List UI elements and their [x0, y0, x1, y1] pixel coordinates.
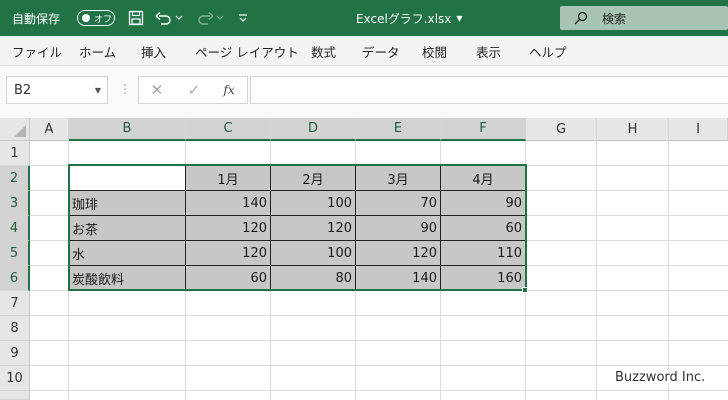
table-cell[interactable]: 60: [441, 216, 526, 241]
ribbon-tabs: ファイル ホーム 挿入 ページ レイアウト 数式 データ 校閲 表示 ヘルプ: [0, 36, 728, 66]
formula-buttons: ✕ ✓ fx: [138, 76, 248, 104]
customize-toolbar-icon[interactable]: [233, 8, 253, 28]
table-row-label[interactable]: お茶: [69, 216, 186, 241]
column-header-a[interactable]: A: [30, 118, 69, 141]
row-header-10[interactable]: 10: [0, 366, 30, 391]
select-all-triangle-icon: [14, 125, 26, 137]
tab-help[interactable]: ヘルプ: [529, 36, 567, 66]
name-box[interactable]: B2 ▼: [6, 76, 108, 104]
search-icon: [574, 11, 588, 25]
row-header-4[interactable]: 4: [0, 216, 30, 241]
table-cell[interactable]: 120: [186, 241, 271, 266]
chevron-down-icon: ▼: [456, 13, 463, 23]
table-row-label[interactable]: 珈琲: [69, 191, 186, 216]
table-cell[interactable]: 80: [271, 266, 356, 291]
gridline: [30, 390, 728, 391]
table-cell[interactable]: 120: [186, 216, 271, 241]
undo-dropdown-icon[interactable]: [173, 8, 185, 28]
toggle-knob: [82, 14, 90, 22]
table-cell[interactable]: 60: [186, 266, 271, 291]
gridline: [30, 365, 728, 366]
column-header-e[interactable]: E: [356, 118, 441, 141]
table-header-cell[interactable]: 4月: [441, 166, 526, 191]
table-header-cell[interactable]: 3月: [356, 166, 441, 191]
column-header-i[interactable]: I: [669, 118, 728, 141]
drag-handle-icon[interactable]: ⋮: [119, 82, 131, 96]
row-header-1[interactable]: 1: [0, 141, 30, 166]
row-header-7[interactable]: 7: [0, 291, 30, 316]
column-header-h[interactable]: H: [597, 118, 669, 141]
autosave-label: 自動保存: [12, 11, 61, 26]
table-cell[interactable]: 100: [271, 241, 356, 266]
row-header-5[interactable]: 5: [0, 241, 30, 266]
name-box-value: B2: [14, 82, 32, 98]
search-box[interactable]: 検索: [560, 6, 728, 30]
table-cell[interactable]: 90: [441, 191, 526, 216]
table-row-label[interactable]: 水: [69, 241, 186, 266]
gridline: [668, 141, 669, 400]
chevron-down-icon[interactable]: ▼: [95, 86, 101, 95]
table-header-cell[interactable]: 1月: [186, 166, 271, 191]
column-header-c[interactable]: C: [186, 118, 271, 141]
search-label: 検索: [602, 11, 627, 26]
redo-dropdown-icon[interactable]: [214, 8, 226, 28]
table-header-cell[interactable]: 2月: [271, 166, 356, 191]
table-cell[interactable]: 140: [356, 266, 441, 291]
column-header-b[interactable]: B: [69, 118, 186, 141]
table-cell-b2[interactable]: [69, 166, 186, 191]
column-header-g[interactable]: G: [526, 118, 597, 141]
autosave-state: オフ: [94, 14, 113, 25]
cancel-icon[interactable]: ✕: [147, 81, 167, 99]
row-header-8[interactable]: 8: [0, 316, 30, 341]
document-title-text: Excelグラフ.xlsx: [356, 11, 452, 26]
table-cell[interactable]: 70: [356, 191, 441, 216]
save-icon[interactable]: [126, 8, 146, 28]
column-header-f[interactable]: F: [441, 118, 526, 141]
table-cell[interactable]: 160: [441, 266, 526, 291]
tab-formulas[interactable]: 数式: [311, 36, 336, 66]
tab-insert[interactable]: 挿入: [141, 36, 166, 66]
gridline: [30, 340, 728, 341]
fx-label: fx: [223, 83, 235, 97]
row-header-9[interactable]: 9: [0, 341, 30, 366]
select-all-button[interactable]: [0, 118, 30, 141]
fill-handle[interactable]: [522, 287, 528, 293]
undo-icon[interactable]: [154, 8, 174, 28]
gridline: [596, 141, 597, 400]
tab-data[interactable]: データ: [362, 36, 400, 66]
tab-view[interactable]: 表示: [476, 36, 501, 66]
table-cell[interactable]: 90: [356, 216, 441, 241]
tab-page-layout[interactable]: ページ レイアウト: [195, 36, 299, 66]
row-header-2[interactable]: 2: [0, 166, 30, 191]
column-header-d[interactable]: D: [271, 118, 356, 141]
formula-bar-area: B2 ▼ ⋮ ✕ ✓ fx: [0, 66, 728, 118]
row-header-6[interactable]: 6: [0, 266, 30, 291]
redo-icon[interactable]: [195, 8, 215, 28]
autosave-toggle[interactable]: オフ: [77, 10, 115, 26]
table-cell[interactable]: 110: [441, 241, 526, 266]
title-bar: 自動保存 オフ Excelグラフ.xlsx ▼ 検索: [0, 0, 728, 36]
insert-function-icon[interactable]: fx: [219, 82, 239, 98]
enter-icon[interactable]: ✓: [184, 81, 204, 99]
document-title[interactable]: Excelグラフ.xlsx ▼: [356, 0, 463, 36]
row-header-3[interactable]: 3: [0, 191, 30, 216]
table-cell[interactable]: 120: [356, 241, 441, 266]
row-header-11[interactable]: [0, 391, 30, 400]
tab-file[interactable]: ファイル: [12, 36, 62, 66]
tab-home[interactable]: ホーム: [79, 36, 116, 66]
spreadsheet-grid[interactable]: A B C D E F G H I 1 2 3 4 5 6 7 8 9 10 1…: [0, 118, 728, 400]
formula-input[interactable]: [250, 76, 728, 104]
gridline: [30, 315, 728, 316]
table-cell[interactable]: 100: [271, 191, 356, 216]
table-row-label[interactable]: 炭酸飲料: [69, 266, 186, 291]
tab-review[interactable]: 校閲: [422, 36, 447, 66]
table-cell[interactable]: 120: [271, 216, 356, 241]
watermark: Buzzword Inc.: [613, 369, 708, 386]
table-cell[interactable]: 140: [186, 191, 271, 216]
